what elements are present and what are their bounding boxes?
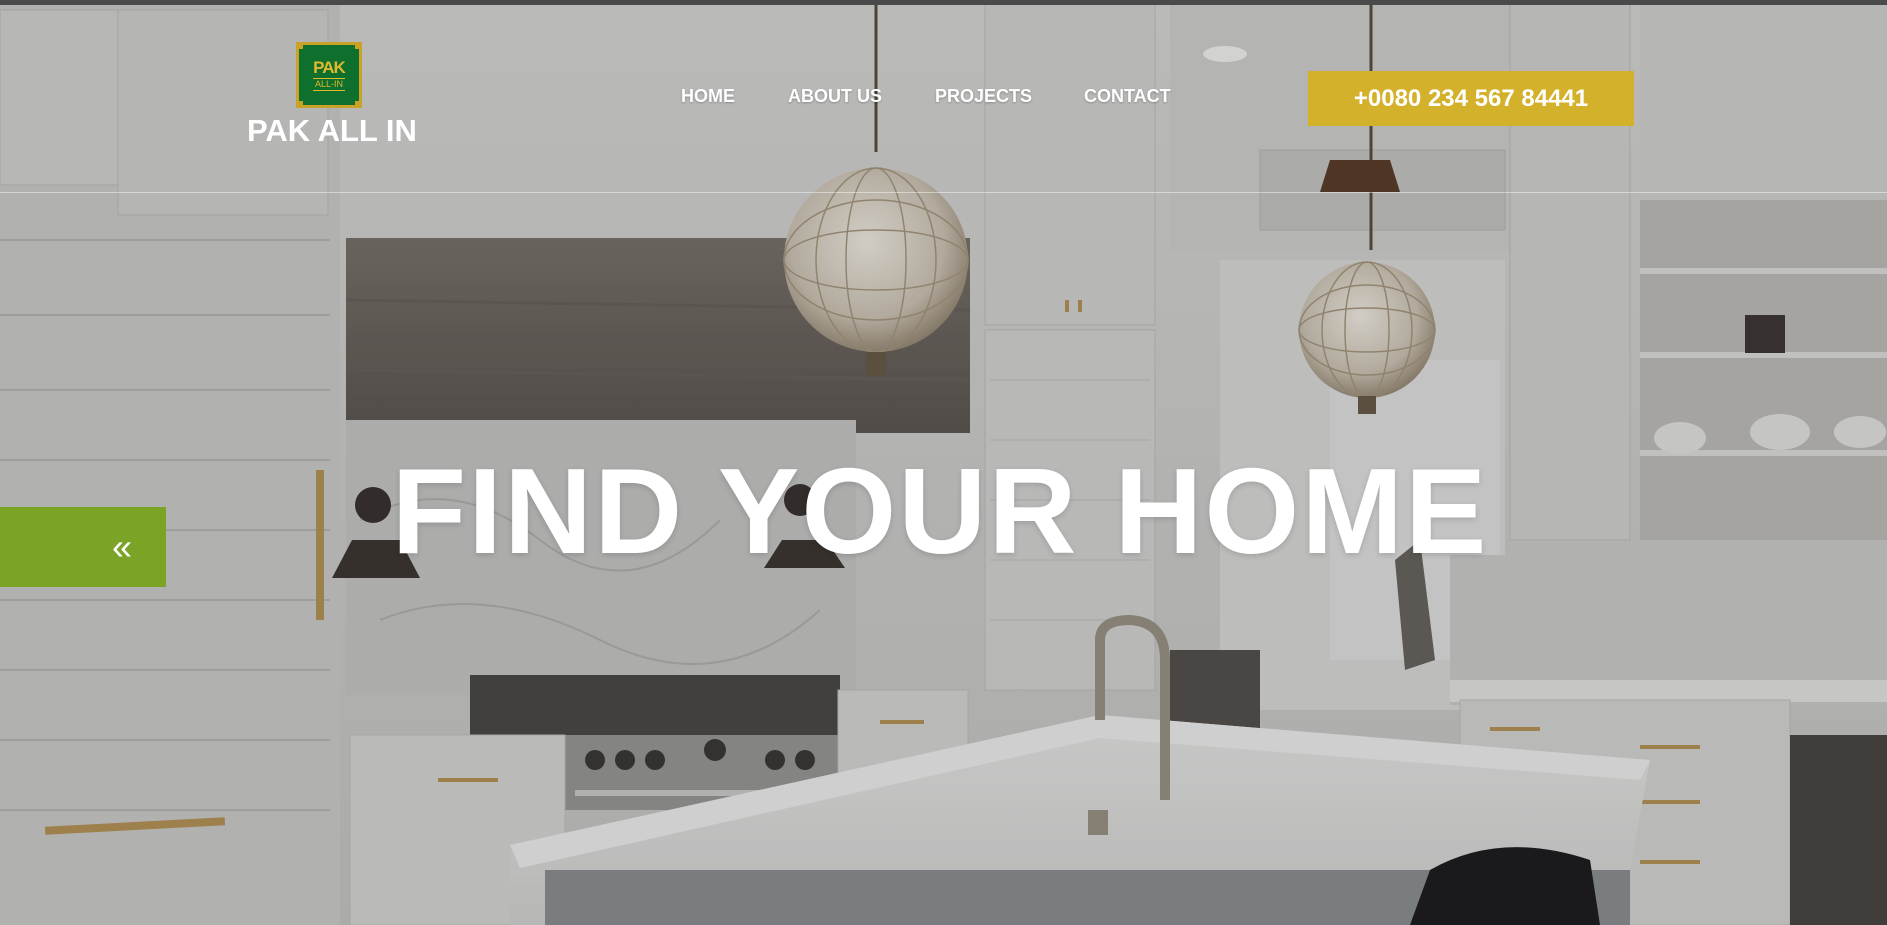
nav-contact-link[interactable]: CONTACT [1084, 86, 1171, 107]
phone-call-button[interactable]: +0080 234 567 84441 [1308, 71, 1634, 126]
hero-title: FIND YOUR HOME [391, 443, 1489, 579]
logo-text-line1: PAK [313, 58, 346, 77]
nav-about-us-link[interactable]: ABOUT US [788, 86, 882, 107]
top-border [0, 0, 1887, 5]
brand-name[interactable]: PAK ALL IN [247, 113, 417, 149]
nav-home-link[interactable]: HOME [681, 86, 735, 107]
brand-logo[interactable]: PAK ALL-IN [296, 42, 362, 108]
slider-prev-button[interactable]: « [0, 507, 166, 587]
logo-corner-ornament [355, 42, 362, 49]
header-divider [0, 192, 1887, 193]
logo-corner-ornament [296, 101, 303, 108]
logo-text-line2: ALL-IN [312, 78, 345, 91]
double-chevron-left-icon: « [111, 526, 132, 567]
logo-corner-ornament [296, 42, 303, 49]
nav-projects-link[interactable]: PROJECTS [935, 86, 1032, 107]
logo-corner-ornament [355, 101, 362, 108]
